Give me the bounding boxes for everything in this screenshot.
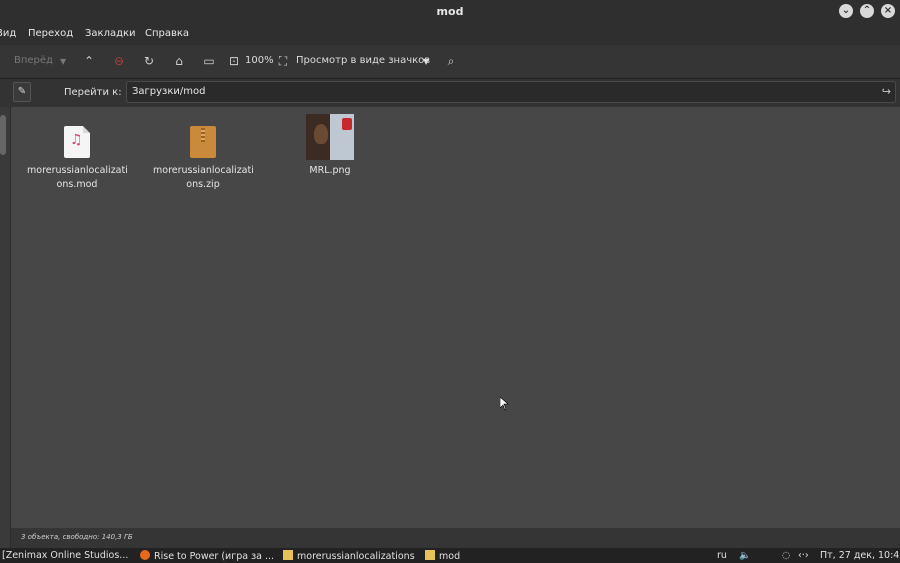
view-mode-dropdown-icon[interactable]: ▼ — [423, 57, 429, 66]
sidebar-scrollbar[interactable] — [0, 115, 6, 155]
taskbar: [Zenimax Online Studios... Rise to Power… — [0, 548, 900, 563]
zoom-level[interactable]: 100% — [245, 55, 274, 66]
clock[interactable]: Пт, 27 дек, 10:47 — [820, 550, 900, 561]
computer-icon[interactable]: ▭ — [202, 54, 216, 68]
forward-dropdown-icon[interactable]: ▼ — [60, 57, 66, 66]
title-bar: mod ⌄ ⌃ × — [0, 0, 900, 24]
reload-icon[interactable]: ↻ — [142, 54, 156, 68]
file-name: MRL.png — [309, 165, 351, 176]
file-item[interactable]: morerussianlocalizati ons.zip — [153, 114, 254, 192]
forward-button[interactable]: Вперёд — [14, 55, 53, 66]
toolbar: Вперёд ▼ ⌃ ⊖ ↻ ⌂ ▭ ⊡ 100% ⛶ Просмотр в в… — [0, 45, 900, 79]
folder-icon — [283, 550, 293, 560]
menu-go[interactable]: Переход — [28, 28, 73, 39]
folder-icon — [425, 550, 435, 560]
file-item[interactable]: MRL.png — [280, 114, 380, 178]
archive-file-icon — [190, 126, 216, 158]
up-icon[interactable]: ⌃ — [82, 54, 96, 68]
task-folder-mod[interactable]: mod — [425, 550, 460, 562]
status-text: 3 объекта, свободно: 140,3 ГБ — [21, 533, 133, 541]
file-name: morerussianlocalizati ons.mod — [27, 165, 128, 190]
maximize-button[interactable]: ⌃ — [860, 4, 874, 18]
firefox-icon — [140, 550, 150, 560]
location-bar: ✎ Перейти к: Загрузки/mod ↪ — [0, 79, 900, 107]
location-value: Загрузки/mod — [132, 86, 206, 97]
sync-icon[interactable]: ◌ — [782, 550, 790, 561]
network-icon[interactable]: ‹·› — [798, 550, 809, 561]
window-title: mod — [436, 5, 464, 18]
mouse-cursor-icon — [500, 397, 508, 411]
menu-view[interactable]: Вид — [0, 28, 16, 39]
location-input[interactable]: Загрузки/mod ↪ — [126, 81, 896, 103]
search-icon[interactable]: ⌕ — [444, 54, 458, 68]
close-button[interactable]: × — [881, 4, 895, 18]
location-label: Перейти к: — [64, 87, 122, 98]
volume-icon[interactable]: 🔈 — [739, 550, 751, 561]
audio-file-icon: ♫ — [64, 126, 90, 158]
file-view[interactable]: ♫ morerussianlocalizati ons.mod morerussi… — [11, 107, 900, 528]
edit-location-button[interactable]: ✎ — [13, 82, 31, 102]
sidebar — [0, 79, 10, 549]
file-name: morerussianlocalizati ons.zip — [153, 165, 254, 190]
task-folder-morerussian[interactable]: morerussianlocalizations — [283, 550, 415, 562]
menu-bar: Вид Переход Закладки Справка — [0, 24, 900, 45]
home-icon[interactable]: ⌂ — [172, 54, 186, 68]
file-item[interactable]: ♫ morerussianlocalizati ons.mod — [27, 114, 128, 192]
zoom-icon[interactable]: ⊡ — [227, 54, 241, 68]
stop-icon[interactable]: ⊖ — [112, 54, 126, 68]
menu-bookmarks[interactable]: Закладки — [85, 28, 136, 39]
task-firefox[interactable]: Rise to Power (игра за ... — [140, 550, 274, 562]
view-mode-select[interactable]: Просмотр в виде значков — [296, 55, 430, 66]
image-thumbnail — [306, 114, 354, 160]
go-icon[interactable]: ↪ — [882, 85, 891, 98]
status-bar: 3 объекта, свободно: 140,3 ГБ — [11, 528, 900, 548]
task-zenimax[interactable]: [Zenimax Online Studios... — [2, 550, 128, 561]
minimize-button[interactable]: ⌄ — [839, 4, 853, 18]
keyboard-layout[interactable]: ru — [717, 550, 727, 561]
menu-help[interactable]: Справка — [145, 28, 189, 39]
fit-icon[interactable]: ⛶ — [276, 54, 290, 68]
